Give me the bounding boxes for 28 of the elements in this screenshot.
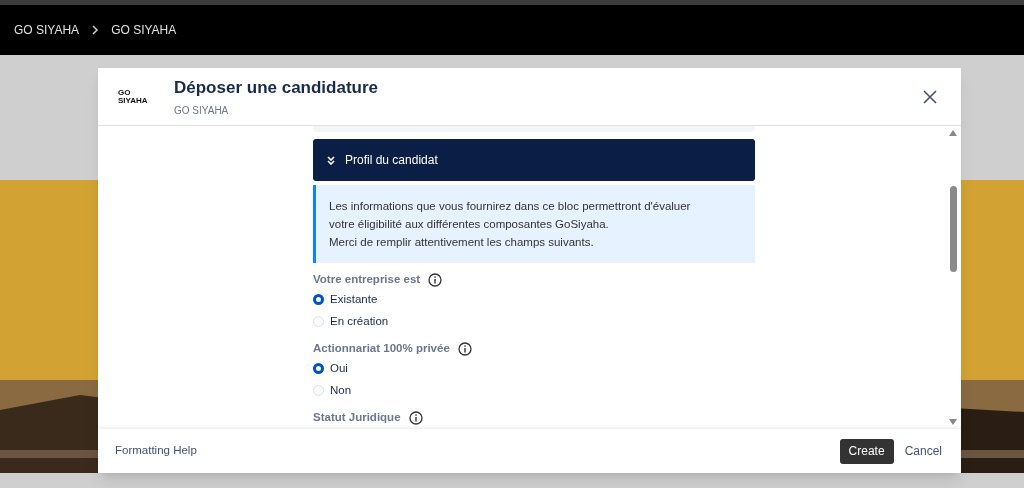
create-button[interactable]: Create [839, 438, 894, 464]
notice-text: votre éligibilité aux différentes composantes GoSiyaha. [329, 217, 610, 232]
breadcrumb-link[interactable]: GO SIYAHA [14, 21, 80, 39]
info-icon[interactable] [428, 273, 443, 287]
cancel-button[interactable]: Cancel [902, 438, 944, 464]
radio-label: Existante [330, 291, 378, 307]
radio-label: Oui [330, 360, 348, 376]
radio-button[interactable] [313, 294, 324, 305]
field-label: Votre entreprise est [313, 272, 421, 288]
breadcrumb-link[interactable]: GO SIYAHA [111, 21, 177, 39]
radio-label: Non [330, 382, 352, 398]
notice-text: Les informations que vous fournirez dans ce bloc permettront d'évaluer [329, 199, 692, 214]
radio-label: En création [330, 313, 389, 329]
section-header[interactable]: Profil du candidat [313, 139, 755, 181]
formatting-help-link[interactable]: Formatting Help [115, 442, 831, 460]
scroll-up-icon[interactable] [949, 130, 957, 136]
info-icon[interactable] [457, 342, 472, 356]
scrollbar[interactable] [949, 130, 957, 425]
chevron-double-icon [327, 155, 335, 165]
chevron-right-icon [91, 25, 100, 35]
field-label: Statut Juridique [313, 410, 401, 426]
dialog-subtitle: GO SIYAHA [174, 103, 230, 118]
radio-button[interactable] [313, 363, 324, 374]
dialog-title: Déposer une candidature [174, 77, 380, 100]
notice-text: Merci de remplir attentivement les champs suivants. [329, 235, 595, 250]
info-icon[interactable] [408, 411, 423, 425]
logo: GO SIYAHA [118, 88, 149, 105]
field-label: Actionnariat 100% privée [313, 341, 450, 357]
